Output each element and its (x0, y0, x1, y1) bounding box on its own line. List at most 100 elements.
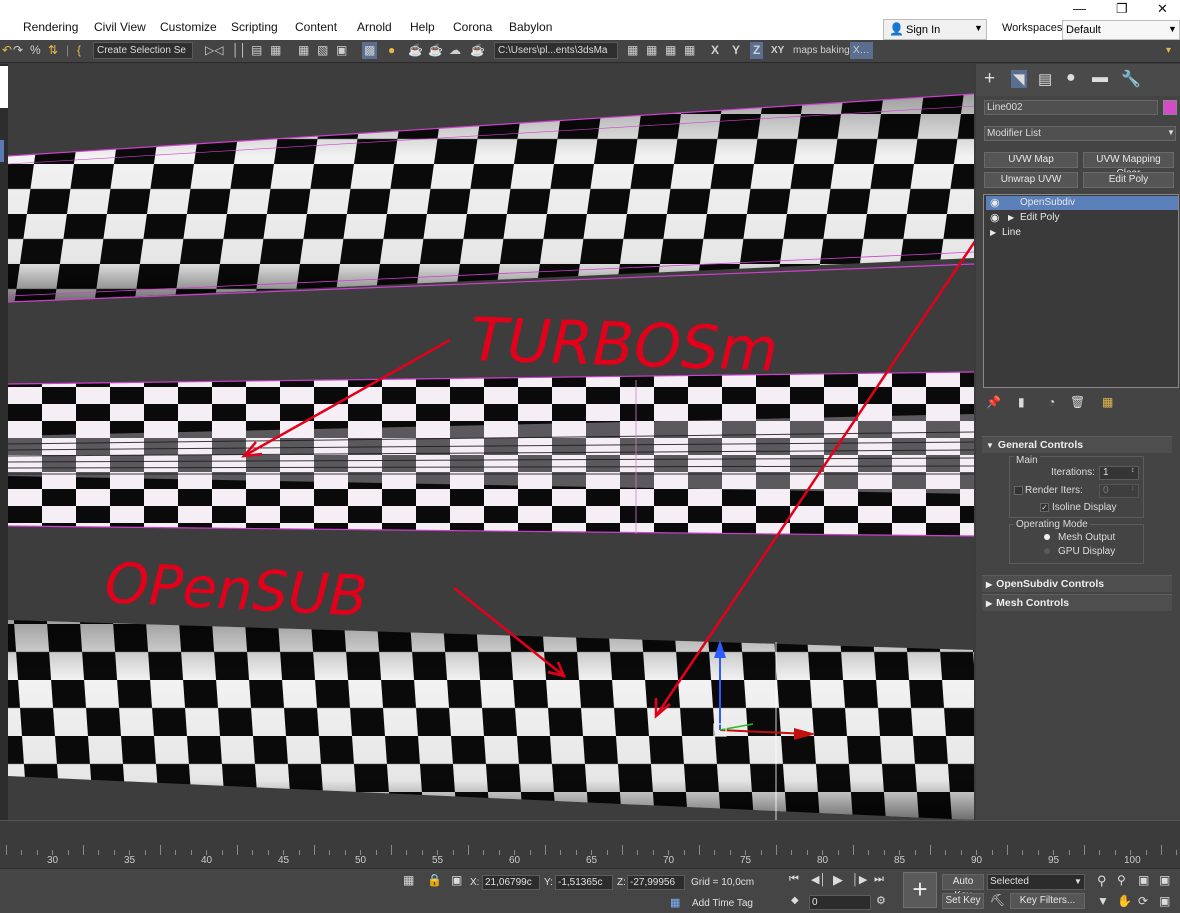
spinner-arrows-icon[interactable]: ↕ (1131, 467, 1135, 474)
left-panel-tab[interactable] (0, 66, 8, 108)
show-end-result-icon[interactable]: ▮ (1018, 395, 1025, 409)
middle-cylinder[interactable] (8, 371, 974, 537)
eye-icon[interactable]: ◉ (990, 196, 1000, 210)
menu-corona[interactable]: Corona (453, 20, 492, 34)
object-name-field[interactable]: Line002 (984, 100, 1158, 115)
menu-arnold[interactable]: Arnold (357, 20, 392, 34)
zoom-all-icon[interactable]: ⚲ (1117, 873, 1126, 887)
key-filters-button[interactable]: Key Filters... (1010, 893, 1085, 909)
align-icon[interactable]: ││ (232, 42, 247, 59)
pan-view-icon[interactable]: ✋ (1117, 894, 1132, 908)
opensubdiv-controls-rollout-header[interactable]: ▶ OpenSubdiv Controls (982, 575, 1172, 592)
merge-icon[interactable]: ▦ (684, 42, 695, 59)
menu-rendering[interactable]: Rendering (23, 20, 78, 34)
key-selection-dropdown[interactable]: Selected ▼ (987, 874, 1085, 890)
render-cloud-icon[interactable]: ☁ (449, 42, 461, 59)
menu-help[interactable]: Help (410, 20, 435, 34)
remove-modifier-icon[interactable]: 🗑 (1070, 395, 1085, 409)
menu-scripting[interactable]: Scripting (231, 20, 278, 34)
selection-set-dropdown[interactable]: Create Selection Se (93, 42, 193, 59)
maximize-viewport-icon[interactable]: ▣ (1159, 894, 1170, 908)
motion-tab-icon[interactable]: ● (1066, 69, 1076, 87)
orbit-icon[interactable]: ⟳ (1138, 894, 1148, 908)
mesh-output-radio[interactable] (1044, 534, 1050, 540)
maps-baking-label[interactable]: maps baking (793, 42, 850, 59)
key-filter-icon[interactable]: ⛏ (990, 893, 1005, 907)
mirror-icon[interactable]: ▷◁ (205, 42, 223, 59)
percent-snap-icon[interactable]: % (30, 42, 41, 59)
edit-named-selection-icon[interactable]: { (77, 42, 81, 59)
select-link-icon[interactable]: ↶ (2, 42, 12, 59)
current-frame-field[interactable]: 0 (809, 895, 871, 910)
go-to-start-icon[interactable]: ⏮ (789, 873, 799, 886)
material-editor-icon[interactable]: ▣ (336, 42, 347, 59)
render-iterative-icon[interactable]: ☕ (428, 42, 443, 59)
go-to-end-icon[interactable]: ⏭ (874, 873, 884, 886)
unwrap-uvw-button[interactable]: Unwrap UVW (984, 172, 1078, 188)
general-controls-rollout-header[interactable]: ▼ General Controls (982, 436, 1172, 453)
isolate-selection-icon[interactable]: ▦ (403, 873, 414, 887)
spinner-snap-icon[interactable]: ⇅ (48, 42, 58, 59)
schematic-view-icon[interactable]: ▧ (317, 42, 328, 59)
previous-frame-icon[interactable]: ◀│ (811, 873, 826, 886)
render-frame-window-icon[interactable]: ☕ (470, 42, 485, 59)
uvw-map-button[interactable]: UVW Map (984, 152, 1078, 168)
mesh-controls-rollout-header[interactable]: ▶ Mesh Controls (982, 594, 1172, 611)
stack-item-line[interactable]: ▶ Line (986, 226, 1178, 240)
menu-babylon[interactable]: Babylon (509, 20, 552, 34)
render-iters-checkbox[interactable] (1014, 486, 1023, 495)
stack-item-edit-poly[interactable]: ◉ ▶ Edit Poly (986, 211, 1178, 225)
gpu-display-radio[interactable] (1044, 548, 1050, 554)
top-cylinder[interactable] (8, 93, 974, 303)
axis-z-button[interactable]: Z (750, 42, 764, 59)
project-path-dropdown[interactable]: C:\Users\pl...ents\3dsMa (494, 42, 618, 59)
zoom-extents-icon[interactable]: ▣ (1138, 873, 1149, 887)
xview-icon[interactable]: X… (850, 42, 873, 59)
stack-item-opensubdiv[interactable]: ◉ OpenSubdiv (986, 196, 1178, 210)
time-slider-track[interactable]: 30 35 40 45 50 55 60 65 70 75 80 85 90 9… (0, 820, 1180, 869)
object-color-swatch[interactable] (1163, 100, 1177, 115)
next-frame-icon[interactable]: │▶ (852, 873, 867, 886)
left-panel-marker[interactable] (0, 140, 4, 162)
bottom-cylinder[interactable] (8, 620, 974, 820)
auto-key-button[interactable]: Auto Key (942, 874, 984, 901)
z-coord-field[interactable]: -27,99956 (627, 875, 685, 890)
close-icon[interactable]: ✕ (1157, 1, 1168, 17)
set-key-big-button[interactable]: + (903, 872, 937, 908)
scene-explorer-icon[interactable]: ▤ (251, 42, 262, 59)
perspective-viewport[interactable]: TURBOSm OPenSUB (8, 64, 974, 820)
y-coord-field[interactable]: -1,51365c (555, 875, 613, 890)
restore-icon[interactable]: ❐ (1116, 1, 1128, 17)
rendered-frame-icon[interactable]: ● (388, 42, 395, 59)
workspace-select[interactable]: Default ▼ (1062, 20, 1180, 40)
menu-content[interactable]: Content (295, 20, 337, 34)
modifier-stack[interactable]: ◉ OpenSubdiv ◉ ▶ Edit Poly ▶ Line (983, 194, 1179, 388)
play-icon[interactable]: ▶ (833, 872, 843, 888)
expand-arrow-icon[interactable]: ▶ (990, 226, 996, 240)
curve-editor-icon[interactable]: ▦ (298, 42, 309, 59)
menu-civil-view[interactable]: Civil View (94, 20, 146, 34)
bind-icon[interactable]: ↷ (13, 42, 23, 59)
render-iters-spinner[interactable]: 0 ↕ (1099, 484, 1139, 498)
axis-xy-button[interactable]: XY (771, 42, 784, 59)
absolute-mode-icon[interactable]: ▣ (451, 873, 462, 887)
time-configuration-icon[interactable]: ⚙ (876, 894, 886, 907)
selection-lock-icon[interactable]: 🔒 (427, 873, 442, 887)
import-icon[interactable]: ▦ (646, 42, 657, 59)
modifier-list-dropdown[interactable]: Modifier List ▼ (984, 126, 1176, 141)
x-coord-field[interactable]: 21,06799c (482, 875, 540, 890)
menu-customize[interactable]: Customize (160, 20, 217, 34)
utilities-tab-icon[interactable]: 🔧 (1121, 69, 1141, 89)
layer-explorer-icon[interactable]: ▦ (270, 42, 281, 59)
iterations-spinner[interactable]: 1 ↕ (1099, 466, 1139, 480)
sign-in-button[interactable]: 👤 Sign In ▼ (883, 19, 987, 40)
display-tab-icon[interactable]: ▬ (1092, 69, 1108, 87)
export-icon[interactable]: ▦ (665, 42, 676, 59)
minimize-icon[interactable]: — (1073, 1, 1086, 16)
toolbar-overflow-icon[interactable]: ▾ (1166, 42, 1171, 59)
uvw-mapping-clear-button[interactable]: UVW Mapping Clear (1083, 152, 1174, 179)
hierarchy-tab-icon[interactable]: ▤ (1038, 70, 1052, 88)
axis-x-button[interactable]: X (711, 42, 719, 59)
set-key-button[interactable]: Set Key (942, 893, 984, 909)
field-of-view-icon[interactable]: ▼ (1097, 894, 1109, 908)
